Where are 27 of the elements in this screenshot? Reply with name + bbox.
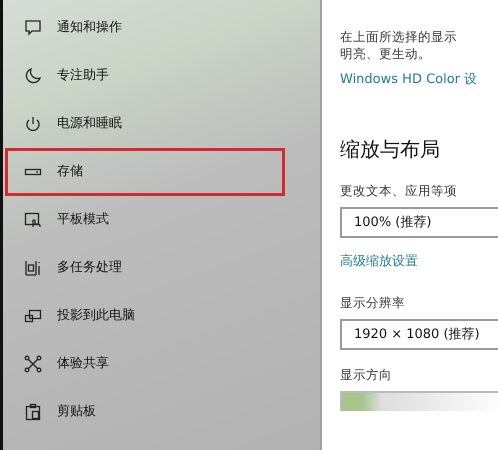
sidebar-item[interactable]: 专注助手 — [5, 52, 285, 100]
hd-color-link[interactable]: Windows HD Color 设 — [340, 70, 478, 90]
moon-icon — [24, 67, 42, 85]
sidebar-item[interactable]: 存储 — [5, 148, 285, 196]
share-nodes-icon — [24, 355, 42, 373]
scale-label: 更改文本、应用等项 — [340, 182, 458, 199]
resolution-label: 显示分辨率 — [340, 294, 406, 311]
resolution-dropdown[interactable]: 1920 × 1080 (推荐) — [340, 319, 498, 350]
sidebar-item[interactable]: 平板模式 — [5, 196, 285, 244]
advanced-scaling-link[interactable]: 高级缩放设置 — [340, 252, 418, 272]
sidebar-item[interactable]: 体验共享 — [5, 340, 285, 388]
notification-icon — [24, 19, 42, 37]
section-heading: 缩放与布局 — [340, 136, 441, 163]
clipboard-icon — [24, 403, 42, 421]
tablet-icon — [24, 211, 42, 229]
sidebar-item[interactable]: 通知和操作 — [5, 4, 285, 52]
orientation-dropdown[interactable] — [340, 391, 498, 411]
sidebar-item[interactable]: 多任务处理 — [5, 244, 285, 292]
scale-dropdown[interactable]: 100% (推荐) — [340, 207, 498, 238]
sidebar-item[interactable]: 电源和睡眠 — [5, 100, 285, 148]
description-text: 在上面所选择的显示 明亮、更生动。 — [340, 28, 458, 62]
project-screen-icon — [24, 307, 42, 325]
sidebar-item[interactable]: 投影到此电脑 — [5, 292, 285, 340]
sidebar-item[interactable]: 剪贴板 — [5, 388, 285, 436]
orientation-label: 显示方向 — [340, 366, 393, 383]
power-icon — [24, 115, 42, 133]
multitask-icon — [24, 259, 42, 277]
